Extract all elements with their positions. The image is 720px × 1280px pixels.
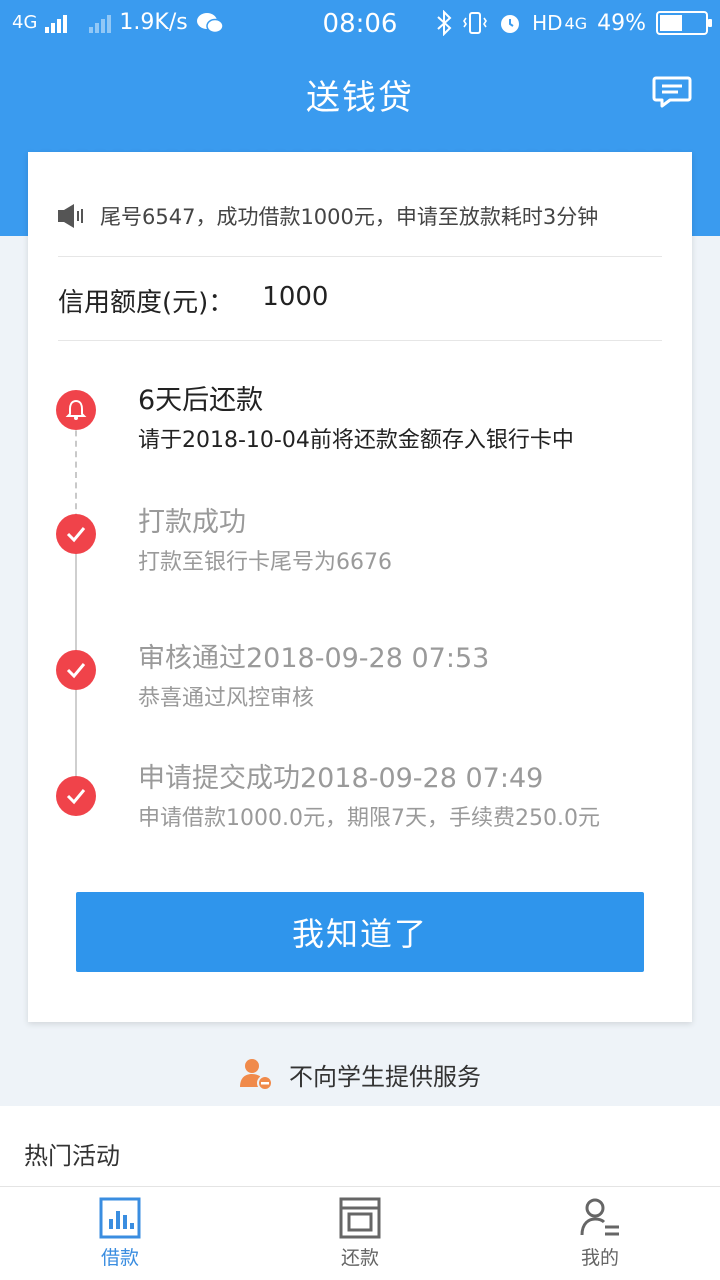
chart-icon [99, 1197, 141, 1239]
bill-icon [339, 1197, 381, 1239]
step-subtitle: 恭喜通过风控审核 [138, 686, 315, 711]
bell-icon [56, 390, 96, 430]
step-title: 打款成功 [138, 507, 246, 538]
tab-label: 借款 [100, 1247, 139, 1269]
status-right: HD 4G 49% [436, 10, 712, 36]
step-subtitle: 请于2018-10-04前将还款金额存入银行卡中 [138, 428, 574, 453]
alarm-icon [501, 15, 520, 33]
tab-label: 我的 [580, 1247, 619, 1269]
check-icon [56, 776, 96, 816]
check-icon [56, 514, 96, 554]
bluetooth-icon [437, 10, 452, 36]
vibrate-icon [463, 12, 488, 34]
loan-status-card: 尾号6547，成功借款1000元，申请至放款耗时3分钟 信用额度(元)： 100… [28, 144, 692, 1022]
hot-activities-section: 热门活动 [0, 1106, 720, 1186]
notice-text: 尾号6547，成功借款1000元，申请至放款耗时3分钟 [100, 205, 599, 229]
credit-label: 信用额度(元)： [58, 288, 235, 318]
battery-percent: 49% [597, 10, 646, 36]
card-scallop-edge [28, 144, 692, 160]
credit-value: 1000 [262, 282, 329, 312]
step-title: 6天后还款 [138, 385, 264, 416]
page-title: 送钱贷 [306, 78, 414, 118]
check-icon [56, 650, 96, 690]
credit-limit: 信用额度(元)： 1000 [58, 282, 328, 319]
hot-activities-title: 热门活动 [24, 1142, 120, 1170]
no-student-text: 不向学生提供服务 [289, 1062, 481, 1091]
bottom-tab-bar: 借款 还款 我的 [0, 1186, 720, 1280]
no-student-icon [240, 1059, 273, 1091]
speaker-icon [58, 204, 83, 228]
status-bar: 4G 1.9K/s 08:06 HD 4G 49% [0, 0, 720, 50]
step-subtitle: 申请借款1000.0元，期限7天，手续费250.0元 [138, 806, 600, 831]
notice-bar: 尾号6547，成功借款1000元，申请至放款耗时3分钟 [56, 196, 676, 236]
tab-repay[interactable]: 还款 [240, 1187, 480, 1280]
divider [58, 256, 662, 257]
divider [58, 340, 662, 341]
tab-mine[interactable]: 我的 [480, 1187, 720, 1280]
tab-borrow[interactable]: 借款 [0, 1187, 240, 1280]
step-title: 申请提交成功2018-09-28 07:49 [138, 763, 544, 794]
no-student-notice: 不向学生提供服务 [0, 1054, 720, 1094]
tab-label: 还款 [340, 1247, 379, 1269]
battery-icon [656, 11, 712, 35]
step-title: 审核通过2018-09-28 07:53 [138, 643, 490, 674]
step-subtitle: 打款至银行卡尾号为6676 [138, 550, 392, 575]
hd-label: HD [532, 11, 563, 35]
got-it-button[interactable]: 我知道了 [76, 892, 644, 972]
person-icon [580, 1198, 619, 1236]
message-icon[interactable] [652, 74, 692, 110]
network-type-2: 4G [564, 13, 588, 33]
